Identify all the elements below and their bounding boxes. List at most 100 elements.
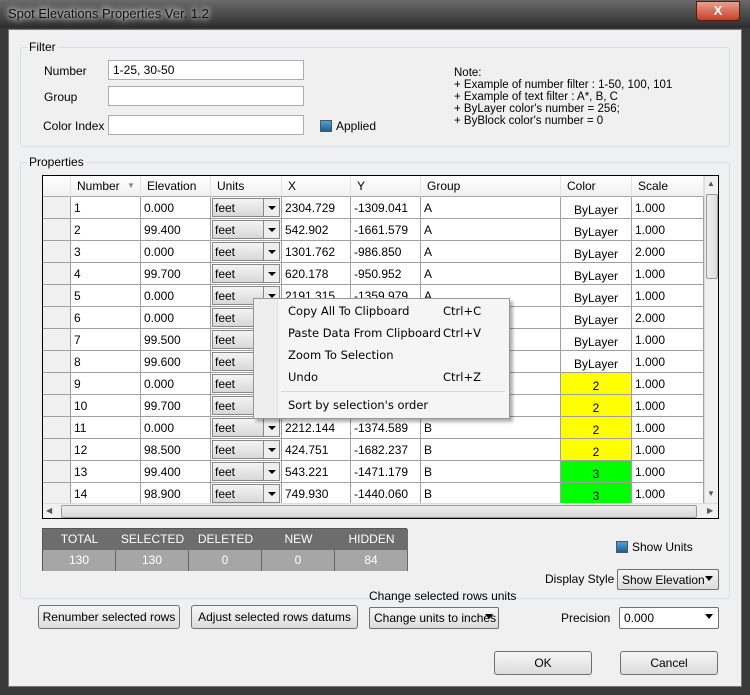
units-dropdown[interactable]: feet [212, 264, 280, 283]
units-dropdown[interactable]: feet [212, 484, 280, 503]
cell-x[interactable]: 620.178 [282, 263, 351, 285]
cell-x[interactable]: 543.221 [282, 461, 351, 483]
cell-color[interactable]: ByLayer [561, 351, 632, 373]
row-header[interactable] [43, 373, 71, 395]
cell-scale[interactable]: 1.000 [632, 219, 704, 241]
cell-x[interactable]: 749.930 [282, 483, 351, 505]
cell-number[interactable]: 2 [71, 219, 141, 241]
cell-number[interactable]: 11 [71, 417, 141, 439]
units-dropdown[interactable]: feet [212, 418, 280, 437]
cell-y[interactable]: -986.850 [351, 241, 421, 263]
row-header[interactable] [43, 439, 71, 461]
row-header[interactable] [43, 241, 71, 263]
row-header[interactable] [43, 197, 71, 219]
chevron-down-icon[interactable] [263, 221, 279, 238]
cell-color[interactable]: ByLayer [561, 219, 632, 241]
chevron-down-icon[interactable] [263, 419, 279, 436]
column-header-units[interactable]: Units [211, 176, 282, 197]
cell-y[interactable]: -1309.041 [351, 197, 421, 219]
cell-color[interactable]: 2 [561, 417, 632, 439]
cell-scale[interactable]: 1.000 [632, 439, 704, 461]
cell-y[interactable]: -1374.589 [351, 417, 421, 439]
cell-number[interactable]: 5 [71, 285, 141, 307]
cell-x[interactable]: 542.902 [282, 219, 351, 241]
cell-color[interactable]: ByLayer [561, 307, 632, 329]
cell-elevation[interactable]: 0.000 [141, 417, 211, 439]
cell-color[interactable]: ByLayer [561, 329, 632, 351]
row-header[interactable] [43, 285, 71, 307]
cell-elevation[interactable]: 99.700 [141, 263, 211, 285]
cell-color[interactable]: ByLayer [561, 263, 632, 285]
cell-color[interactable]: ByLayer [561, 285, 632, 307]
cell-number[interactable]: 3 [71, 241, 141, 263]
cell-y[interactable]: -1471.179 [351, 461, 421, 483]
cell-units[interactable]: feet [211, 417, 282, 439]
row-header[interactable] [43, 219, 71, 241]
close-button[interactable]: X [696, 1, 740, 21]
row-header[interactable] [43, 329, 71, 351]
cell-elevation[interactable]: 0.000 [141, 373, 211, 395]
scroll-up-arrow-icon[interactable]: ▲ [707, 179, 715, 188]
group-filter-input[interactable] [108, 86, 304, 106]
cell-number[interactable]: 6 [71, 307, 141, 329]
cell-number[interactable]: 12 [71, 439, 141, 461]
row-header[interactable] [43, 307, 71, 329]
row-header[interactable] [43, 461, 71, 483]
units-dropdown[interactable]: feet [212, 440, 280, 459]
row-header[interactable] [43, 395, 71, 417]
cell-elevation[interactable]: 0.000 [141, 307, 211, 329]
cell-scale[interactable]: 1.000 [632, 351, 704, 373]
column-header-elevation[interactable]: Elevation [141, 176, 211, 197]
display-style-select[interactable]: Show Elevation [617, 569, 719, 590]
cell-number[interactable]: 4 [71, 263, 141, 285]
cell-x[interactable]: 424.751 [282, 439, 351, 461]
menu-item-zoom-to-selection[interactable]: Zoom To Selection [288, 344, 505, 366]
adjust-selected-rows-datums-button[interactable]: Adjust selected rows datums [191, 605, 358, 629]
cell-scale[interactable]: 1.000 [632, 197, 704, 219]
cell-elevation[interactable]: 98.900 [141, 483, 211, 505]
cell-elevation[interactable]: 0.000 [141, 285, 211, 307]
column-header-color[interactable]: Color [561, 176, 632, 197]
cell-x[interactable]: 1301.762 [282, 241, 351, 263]
units-dropdown[interactable]: feet [212, 462, 280, 481]
cell-color[interactable]: 3 [561, 483, 632, 505]
cell-number[interactable]: 8 [71, 351, 141, 373]
chevron-down-icon[interactable] [263, 485, 279, 502]
renumber-selected-rows-button[interactable]: Renumber selected rows [38, 605, 180, 629]
cell-group[interactable]: A [421, 219, 561, 241]
cell-units[interactable]: feet [211, 483, 282, 505]
cell-elevation[interactable]: 99.400 [141, 219, 211, 241]
cell-number[interactable]: 10 [71, 395, 141, 417]
cell-units[interactable]: feet [211, 461, 282, 483]
cell-number[interactable]: 1 [71, 197, 141, 219]
cell-elevation[interactable]: 99.500 [141, 329, 211, 351]
cell-elevation[interactable]: 0.000 [141, 241, 211, 263]
cell-elevation[interactable]: 98.500 [141, 439, 211, 461]
cell-scale[interactable]: 2.000 [632, 241, 704, 263]
row-header[interactable] [43, 483, 71, 505]
cell-group[interactable]: B [421, 417, 561, 439]
scroll-left-arrow-icon[interactable]: ◀ [46, 506, 52, 515]
ok-button[interactable]: OK [494, 651, 592, 675]
column-header-x[interactable]: X [282, 176, 351, 197]
cell-scale[interactable]: 1.000 [632, 483, 704, 505]
cell-scale[interactable]: 1.000 [632, 285, 704, 307]
cell-y[interactable]: -1661.579 [351, 219, 421, 241]
show-units-checkbox[interactable] [616, 541, 628, 553]
change-units-select[interactable]: Change units to inches [369, 607, 499, 629]
column-header-number[interactable]: Number ▼ [71, 176, 141, 197]
cell-units[interactable]: feet [211, 219, 282, 241]
units-dropdown[interactable]: feet [212, 242, 280, 261]
cell-units[interactable]: feet [211, 263, 282, 285]
cell-elevation[interactable]: 99.700 [141, 395, 211, 417]
cell-scale[interactable]: 1.000 [632, 417, 704, 439]
cell-number[interactable]: 14 [71, 483, 141, 505]
chevron-down-icon[interactable] [263, 199, 279, 216]
scroll-right-arrow-icon[interactable]: ▶ [707, 506, 713, 515]
cell-group[interactable]: B [421, 483, 561, 505]
menu-item-copy-all[interactable]: Copy All To Clipboard Ctrl+C [288, 300, 505, 322]
cell-elevation[interactable]: 99.400 [141, 461, 211, 483]
cell-color[interactable]: ByLayer [561, 197, 632, 219]
cell-y[interactable]: -950.952 [351, 263, 421, 285]
cell-scale[interactable]: 2.000 [632, 307, 704, 329]
